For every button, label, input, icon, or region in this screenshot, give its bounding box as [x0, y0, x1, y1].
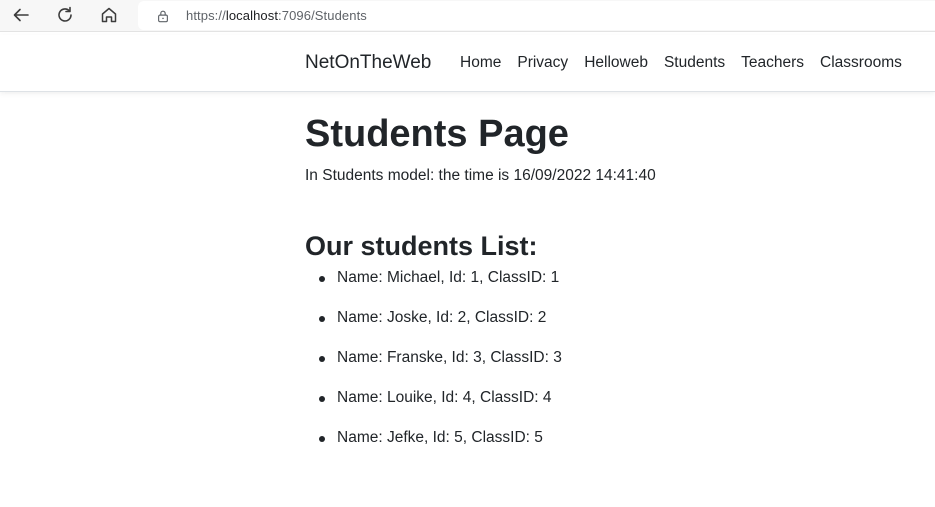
students-list: Name: Michael, Id: 1, ClassID: 1 Name: J…: [305, 268, 925, 448]
student-list-item: Name: Joske, Id: 2, ClassID: 2: [319, 308, 925, 328]
lock-icon[interactable]: [155, 8, 171, 24]
url-host: localhost: [225, 8, 279, 23]
url-prefix: https://: [186, 8, 226, 23]
students-list-heading: Our students List:: [305, 231, 538, 261]
nav-link-students[interactable]: Students: [664, 54, 725, 72]
browser-toolbar: https://localhost:7096/Students: [0, 0, 935, 32]
address-bar[interactable]: https://localhost:7096/Students: [138, 1, 935, 30]
url-path: :7096/Students: [278, 8, 367, 23]
reload-button[interactable]: [52, 3, 78, 27]
nav-link-helloweb[interactable]: Helloweb: [584, 54, 648, 72]
nav-link-teachers[interactable]: Teachers: [741, 54, 804, 72]
nav-link-privacy[interactable]: Privacy: [517, 54, 568, 72]
page-title: Students Page: [305, 113, 569, 155]
time-message: In Students model: the time is 16/09/202…: [305, 167, 656, 184]
nav-link-classrooms[interactable]: Classrooms: [820, 54, 902, 72]
back-arrow-icon: [13, 8, 29, 22]
student-list-item: Name: Jefke, Id: 5, ClassID: 5: [319, 428, 925, 448]
student-list-item: Name: Franske, Id: 3, ClassID: 3: [319, 348, 925, 368]
brand-link[interactable]: NetOnTheWeb: [305, 52, 431, 74]
site-navbar: NetOnTheWeb Home Privacy Helloweb Studen…: [0, 35, 935, 92]
back-button[interactable]: [8, 3, 34, 27]
home-button[interactable]: [96, 3, 122, 27]
reload-icon: [58, 6, 72, 22]
url-text: https://localhost:7096/Students: [186, 8, 367, 23]
main-content: Students Page In Students model: the tim…: [305, 110, 925, 468]
student-list-item: Name: Michael, Id: 1, ClassID: 1: [319, 268, 925, 288]
home-icon: [101, 7, 117, 23]
student-list-item: Name: Louike, Id: 4, ClassID: 4: [319, 388, 925, 408]
nav-links: Home Privacy Helloweb Students Teachers …: [460, 54, 902, 72]
nav-link-home[interactable]: Home: [460, 54, 501, 72]
